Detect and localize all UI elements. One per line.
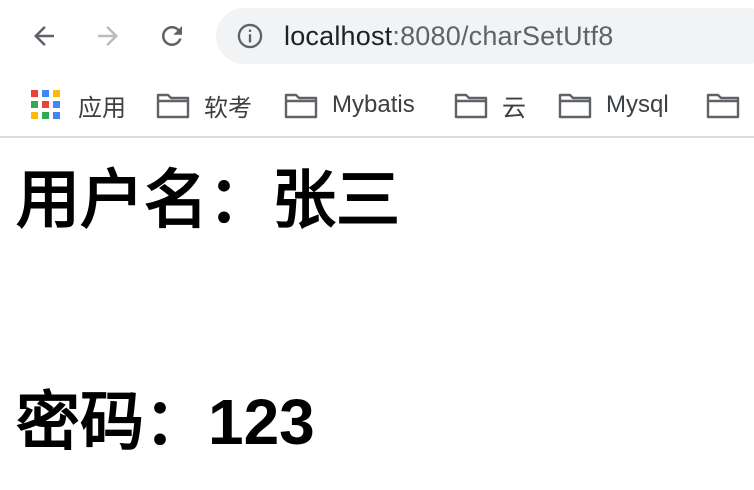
page-content: 用户名：张三 密码：123 — [0, 138, 754, 490]
folder-icon — [156, 91, 190, 119]
address-bar[interactable]: localhost:8080/charSetUtf8 — [216, 8, 754, 64]
bookmark-label: 云 — [502, 94, 526, 122]
info-icon[interactable] — [236, 22, 264, 50]
bookmark-apps[interactable]: 应用 — [30, 85, 126, 125]
apps-grid-icon — [30, 89, 62, 121]
bookmark-label: Mysql — [606, 91, 669, 118]
url-path: :8080/charSetUtf8 — [392, 21, 614, 51]
back-button[interactable] — [22, 14, 66, 58]
bookmark-folder-cloud[interactable]: 云 — [454, 85, 526, 125]
password-heading: 密码：123 — [16, 386, 315, 458]
folder-icon — [284, 91, 318, 119]
arrow-right-icon — [98, 26, 118, 46]
bookmark-label: 软考 — [204, 94, 252, 122]
url-host: localhost — [284, 21, 393, 51]
forward-button[interactable] — [86, 14, 130, 58]
folder-icon — [558, 91, 592, 119]
username-heading: 用户名：张三 — [16, 164, 400, 236]
arrow-left-icon — [34, 26, 54, 46]
folder-icon — [706, 91, 740, 119]
bookmarks-bar: 应用 软考 Mybatis 云 Mysql — [0, 74, 754, 138]
bookmark-folder-overflow[interactable] — [706, 85, 754, 125]
bookmark-folder-mysql[interactable]: Mysql — [558, 85, 669, 125]
browser-toolbar: localhost:8080/charSetUtf8 — [0, 0, 754, 74]
bookmark-folder-ruankao[interactable]: 软考 — [156, 85, 252, 125]
url-text[interactable]: localhost:8080/charSetUtf8 — [284, 21, 613, 51]
bookmark-label: Mybatis — [332, 91, 415, 118]
bookmark-folder-mybatis[interactable]: Mybatis — [284, 85, 415, 125]
reload-button[interactable] — [150, 14, 194, 58]
folder-icon — [454, 91, 488, 119]
reload-icon — [162, 26, 182, 46]
bookmark-label: 应用 — [78, 94, 126, 122]
